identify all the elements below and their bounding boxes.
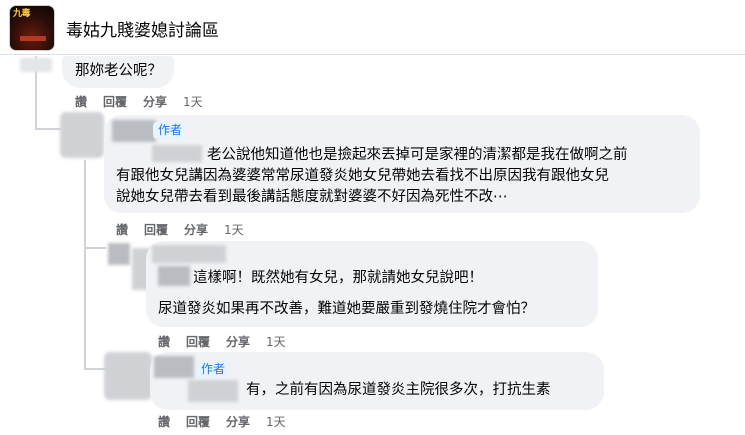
commenter-name-blurred[interactable] <box>112 120 156 142</box>
group-avatar[interactable]: 九毒 <box>9 5 55 51</box>
commenter-avatar-blurred[interactable] <box>20 58 52 72</box>
reply-button[interactable]: 回覆 <box>186 413 210 430</box>
thread-line <box>84 368 106 370</box>
comment-actions: 讚回覆 分享 1天 <box>158 413 302 430</box>
comment-timestamp[interactable]: 1天 <box>224 221 244 238</box>
share-button[interactable]: 分享 <box>226 333 250 350</box>
commenter-name-blurred[interactable] <box>158 266 190 286</box>
comment-text-line: 有跟他女兒講因為婆婆常常尿道發炎她女兒帶她去看找不出原因我有跟他女兒 <box>116 168 609 184</box>
commenter-avatar-blurred[interactable] <box>104 352 152 400</box>
share-button[interactable]: 分享 <box>184 221 208 238</box>
comment-actions: 讚回覆 分享 1天 <box>116 221 260 238</box>
comment-text-line: 有，之前有因為尿道發炎主院很多次，打抗生素 <box>246 382 551 398</box>
comment-actions: 讚回覆 分享 1天 <box>158 333 302 350</box>
commenter-avatar-blurred[interactable] <box>60 112 104 158</box>
comment-text: 那妳老公呢？ <box>75 63 162 79</box>
reply-button[interactable]: 回覆 <box>103 93 127 110</box>
comment-actions: 讚回覆 分享 1天 <box>75 93 219 110</box>
comment-text-line: 老公說他知道他也是撿起來丟掉可是家裡的清潔都是我在做啊之前 <box>207 147 628 163</box>
like-button[interactable]: 讚 <box>158 413 170 430</box>
group-logo-mark <box>20 36 46 41</box>
thread-line <box>84 160 86 370</box>
group-name[interactable]: 毒姑九賤婆媳討論區 <box>66 16 219 41</box>
comment-text-line: 這樣啊！既然她有女兒，那就請她女兒說吧！ <box>193 270 483 286</box>
comment-text-line: 尿道發炎如果再不改善，難道她要嚴重到發燒住院才會怕？ <box>158 301 535 317</box>
thread-line <box>84 247 106 249</box>
thread-line <box>35 128 61 130</box>
like-button[interactable]: 讚 <box>75 93 87 110</box>
commenter-name-blurred[interactable] <box>188 380 238 402</box>
commenter-name-blurred[interactable] <box>152 245 226 263</box>
reply-button[interactable]: 回覆 <box>186 333 210 350</box>
commenter-avatar-blurred[interactable] <box>108 243 130 265</box>
comment-timestamp[interactable]: 1天 <box>266 413 286 430</box>
commenter-name-blurred[interactable] <box>154 356 194 378</box>
reply-button[interactable]: 回覆 <box>144 221 168 238</box>
comment-timestamp[interactable]: 1天 <box>183 93 203 110</box>
comment-timestamp[interactable]: 1天 <box>266 333 286 350</box>
like-button[interactable]: 讚 <box>116 221 128 238</box>
share-button[interactable]: 分享 <box>226 413 250 430</box>
commenter-name-blurred[interactable] <box>152 145 202 162</box>
group-logo-text: 九毒 <box>13 9 31 19</box>
header-divider <box>0 54 745 55</box>
comment-text-line: 說她女兒帶去看到最後講話態度就對婆婆不好因為死性不改⋯ <box>116 189 508 205</box>
share-button[interactable]: 分享 <box>143 93 167 110</box>
author-badge: 作者 <box>153 122 188 139</box>
author-badge: 作者 <box>196 361 231 378</box>
like-button[interactable]: 讚 <box>158 333 170 350</box>
